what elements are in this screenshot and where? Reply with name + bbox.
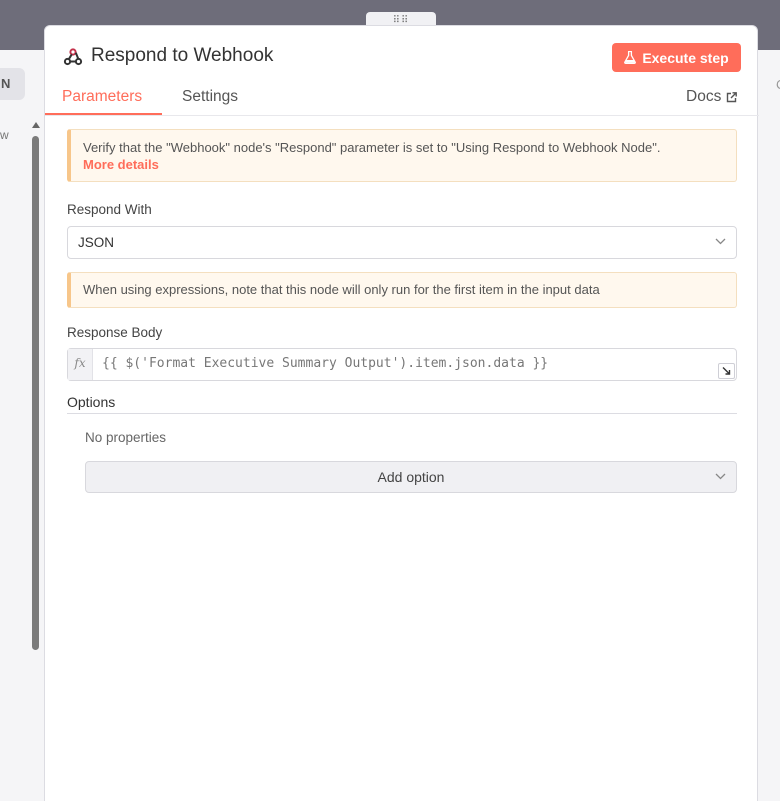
left-panel-text: w xyxy=(0,128,9,142)
expression-value[interactable]: {{ $('Format Executive Summary Output').… xyxy=(102,349,548,379)
execute-step-label: Execute step xyxy=(642,49,729,66)
execute-step-button[interactable]: Execute step xyxy=(612,43,741,72)
response-body-expression-input[interactable]: fx {{ $('Format Executive Summary Output… xyxy=(67,348,737,381)
respond-with-label: Respond With xyxy=(67,202,152,217)
panel-header: Respond to Webhook Execute step Paramete… xyxy=(45,26,759,116)
tab-settings[interactable]: Settings xyxy=(182,88,238,106)
chevron-down-icon xyxy=(715,473,726,480)
parameters-body: Verify that the "Webhook" node's "Respon… xyxy=(45,116,759,801)
response-body-label: Response Body xyxy=(67,325,163,340)
flask-icon xyxy=(624,51,637,64)
scrollbar-thumb[interactable] xyxy=(32,136,39,650)
expand-icon xyxy=(722,367,731,375)
add-option-label: Add option xyxy=(377,469,445,485)
tab-parameters[interactable]: Parameters xyxy=(62,88,142,106)
scrollbar[interactable] xyxy=(30,120,42,660)
right-panel-text: C xyxy=(776,77,780,92)
more-details-link[interactable]: More details xyxy=(83,156,736,173)
docs-label: Docs xyxy=(686,88,722,105)
external-link-icon xyxy=(727,91,738,102)
docs-link[interactable]: Docs xyxy=(686,88,738,106)
add-option-dropdown[interactable]: Add option xyxy=(85,461,737,493)
right-panel-strip xyxy=(758,50,780,801)
options-label: Options xyxy=(67,394,116,410)
webhook-config-notice: Verify that the "Webhook" node's "Respon… xyxy=(67,129,737,182)
notice-text: Verify that the "Webhook" node's "Respon… xyxy=(83,140,661,155)
respond-with-select[interactable]: JSON xyxy=(67,226,737,259)
expression-notice: When using expressions, note that this n… xyxy=(67,272,737,308)
no-properties-text: No properties xyxy=(85,430,167,445)
respond-with-value: JSON xyxy=(78,235,115,250)
panel-title: Respond to Webhook xyxy=(91,45,274,66)
scroll-up-arrow-icon[interactable] xyxy=(32,122,40,128)
node-settings-panel: Respond to Webhook Execute step Paramete… xyxy=(44,25,759,801)
options-divider xyxy=(67,413,737,414)
chevron-down-icon xyxy=(715,238,726,245)
fx-icon: fx xyxy=(68,349,93,380)
left-panel-tab[interactable]: N xyxy=(0,68,25,100)
webhook-icon xyxy=(63,47,83,67)
expand-editor-button[interactable] xyxy=(718,363,735,379)
